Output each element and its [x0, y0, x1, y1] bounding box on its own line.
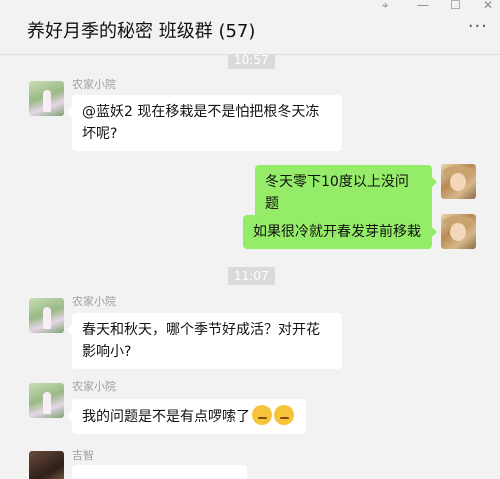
title-bar: ⌖ — ☐ ✕ 养好月季的秘密 班级群 (57) ···	[0, 0, 500, 55]
close-button[interactable]: ✕	[483, 0, 493, 12]
pin-icon[interactable]: ⌖	[382, 0, 389, 12]
message-bubble[interactable]	[67, 465, 247, 479]
message-text: 我的问题是不是有点啰嗦了	[82, 409, 250, 425]
sender-name: 吉智	[72, 449, 94, 462]
message-bubble[interactable]: @蓝妖2 现在移栽是不是怕把根冬天冻坏呢?	[67, 95, 342, 151]
thinking-face-icon	[252, 405, 272, 425]
message-list[interactable]: 10:57 农家小院 @蓝妖2 现在移栽是不是怕把根冬天冻坏呢? 冬天零下10度…	[0, 55, 500, 479]
message-bubble[interactable]: 春天和秋天，哪个季节好成活？对开花影响小?	[67, 313, 342, 369]
thinking-face-icon	[274, 405, 294, 425]
avatar[interactable]	[29, 298, 64, 333]
avatar-self[interactable]	[441, 164, 476, 199]
avatar[interactable]	[29, 451, 64, 479]
sender-name: 农家小院	[72, 295, 116, 308]
message-bubble-self[interactable]: 如果很冷就开春发芽前移栽	[243, 215, 437, 249]
minimize-button[interactable]: —	[417, 0, 429, 12]
timestamp: 10:57	[228, 55, 275, 69]
avatar-self[interactable]	[441, 214, 476, 249]
message-bubble-self[interactable]: 冬天零下10度以上没问题	[255, 165, 437, 221]
avatar[interactable]	[29, 383, 64, 418]
maximize-button[interactable]: ☐	[450, 0, 461, 12]
timestamp: 11:07	[228, 267, 275, 285]
chat-title: 养好月季的秘密 班级群 (57)	[27, 21, 256, 42]
message-bubble[interactable]: 我的问题是不是有点啰嗦了	[67, 399, 306, 434]
sender-name: 农家小院	[72, 380, 116, 393]
sender-name: 农家小院	[72, 78, 116, 91]
more-options-icon[interactable]: ···	[468, 18, 488, 36]
avatar[interactable]	[29, 81, 64, 116]
